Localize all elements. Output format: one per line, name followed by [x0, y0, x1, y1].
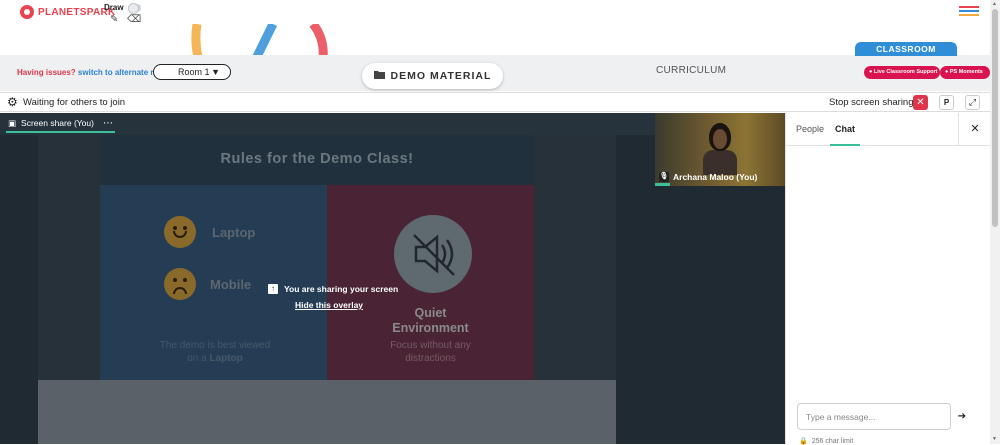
room-select[interactable]: Room 1 ▼	[153, 64, 231, 80]
close-icon[interactable]: ✕	[958, 113, 991, 146]
caret-down-icon: ▼	[211, 67, 220, 77]
participant-avatar	[703, 123, 737, 175]
pencil-icon[interactable]: ✎	[110, 14, 118, 25]
curriculum-tab[interactable]: CURRICULUM	[656, 65, 726, 76]
room-select-value: Room 1	[178, 67, 210, 77]
more-options-icon[interactable]: ⋯	[103, 118, 113, 129]
share-screen-icon: ↑	[268, 284, 278, 294]
folder-icon	[373, 70, 385, 82]
participant-video-tile[interactable]: 🎙 Archana Maloo (You)	[655, 113, 785, 186]
stage-tab-bar: ▣ Screen share (You) ⋯	[0, 113, 655, 135]
scrollbar-thumb[interactable]	[992, 9, 998, 227]
scroll-up-arrow-icon[interactable]: ▲	[992, 1, 997, 7]
p-button[interactable]: P	[939, 95, 954, 110]
slide-note: The demo is best viewed on a Laptop	[140, 339, 290, 365]
slide-note-line2: on a Laptop	[140, 352, 290, 365]
sad-face-icon	[164, 268, 196, 300]
demo-material-button[interactable]: DEMO MATERIAL	[362, 63, 503, 89]
send-icon[interactable]: ➔	[951, 403, 973, 430]
camera-icon: ●	[945, 69, 949, 75]
quiet-note-line2: distractions	[405, 353, 456, 364]
demo-material-label: DEMO MATERIAL	[390, 70, 492, 82]
tab-people[interactable]: People	[796, 124, 824, 134]
participant-name: Archana Maloo (You)	[673, 172, 758, 182]
microphone-icon: 🎙	[659, 172, 669, 182]
mute-speaker-icon	[394, 215, 472, 293]
video-stage: ▣ Screen share (You) ⋯ Rules for the Dem…	[0, 113, 785, 444]
message-input[interactable]	[797, 403, 951, 430]
sharing-overlay-text: You are sharing your screen	[284, 284, 399, 294]
screen-share-tab-label: Screen share (You)	[21, 118, 94, 128]
having-issues-text: Having issues? switch to alternate room	[17, 68, 170, 77]
slide-right-panel: Quiet Environment Focus without any dist…	[327, 185, 534, 380]
logo-mark-icon	[20, 5, 34, 19]
live-classroom-support-button[interactable]: ● Live Classroom Support	[864, 66, 940, 79]
quiet-line2: Environment	[392, 321, 469, 335]
live-support-label: Live Classroom Support	[873, 69, 938, 75]
quiet-environment-heading: Quiet Environment	[327, 306, 534, 336]
class-toolbar: Having issues? switch to alternate room …	[0, 55, 990, 91]
screen-share-tab[interactable]: ▣ Screen share (You) ⋯	[6, 115, 115, 133]
waiting-status-text: Waiting for others to join	[23, 97, 126, 108]
slide-note-bold: Laptop	[209, 353, 243, 364]
slide-left-panel: Laptop Mobile The demo is best viewed on…	[100, 185, 327, 380]
quiet-note-line1: Focus without any	[390, 340, 471, 351]
hamburger-menu-icon[interactable]	[959, 6, 979, 18]
panel-tabs: People Chat ✕	[786, 113, 991, 146]
quiet-note: Focus without any distractions	[327, 339, 534, 365]
demo-slide: Rules for the Demo Class! Laptop Mobile …	[100, 135, 534, 380]
planetspark-logo[interactable]: PLANETSPARK	[20, 5, 116, 19]
slide-title-bar: Rules for the Demo Class!	[100, 135, 534, 185]
expand-icon[interactable]: ⤢	[965, 95, 980, 110]
happy-face-icon	[164, 216, 196, 248]
classroom-tab[interactable]: CLASSROOM	[855, 42, 957, 56]
slide-note-line1: The demo is best viewed	[159, 340, 271, 351]
ps-moments-label: PS Moments	[949, 69, 983, 75]
participant-name-tag: 🎙 Archana Maloo (You)	[659, 172, 757, 182]
support-icon: ●	[869, 69, 873, 75]
draw-label: Draw	[104, 3, 124, 12]
sharing-overlay-message: ↑ You are sharing your screen	[268, 284, 398, 294]
top-bar: PLANETSPARK Draw ✎ ⌫	[0, 0, 990, 28]
screen-share-icon: ▣	[8, 117, 17, 128]
stop-screen-sharing-label: Stop screen sharing	[829, 97, 914, 108]
slide-note-prefix: on a	[187, 353, 210, 364]
speaking-indicator	[655, 183, 670, 186]
gear-icon[interactable]: ⚙	[7, 95, 18, 109]
stop-sharing-button[interactable]: ✕	[913, 95, 928, 110]
scroll-down-arrow-icon[interactable]: ▼	[992, 436, 997, 442]
page-scrollbar[interactable]: ▲ ▼	[990, 0, 1000, 444]
char-limit-text: 256 char limit	[811, 437, 854, 445]
chat-panel: People Chat ✕ ➔ 🔒 256 char limit	[785, 113, 991, 445]
laptop-label: Laptop	[212, 225, 256, 240]
hide-overlay-link[interactable]: Hide this overlay	[295, 300, 363, 310]
ps-moments-button[interactable]: ● PS Moments	[940, 66, 990, 79]
shared-screen-frame: Rules for the Demo Class! Laptop Mobile …	[38, 135, 616, 380]
status-bar: ⚙ Waiting for others to join Stop screen…	[0, 92, 990, 112]
draw-toggle[interactable]	[128, 3, 141, 14]
slide-title: Rules for the Demo Class!	[220, 151, 414, 167]
eraser-icon[interactable]: ⌫	[127, 14, 141, 25]
mobile-label: Mobile	[210, 277, 252, 292]
tab-chat[interactable]: Chat	[830, 113, 860, 146]
issues-label: Having issues?	[17, 68, 76, 77]
